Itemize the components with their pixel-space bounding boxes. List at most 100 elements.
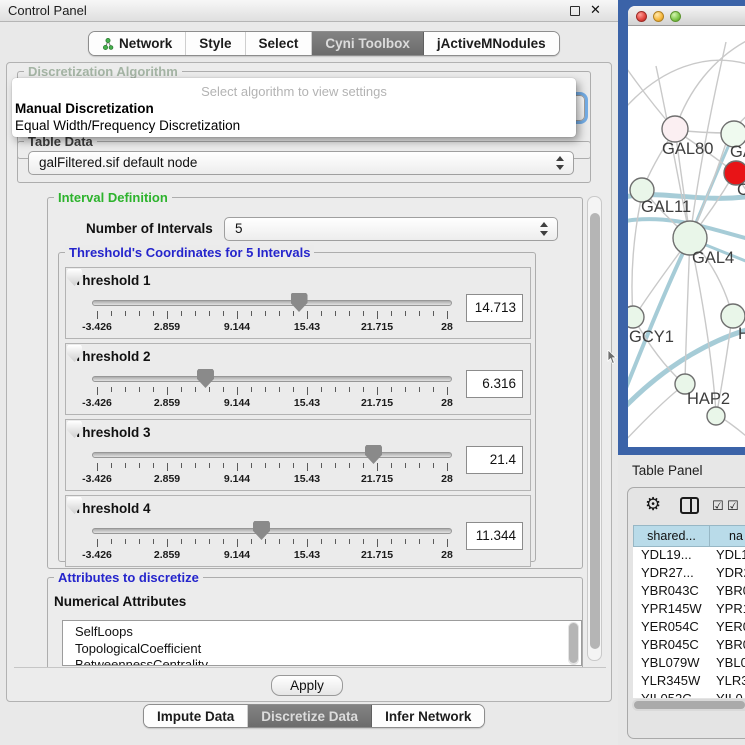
- table-cell-shared: YBR043C: [633, 583, 710, 601]
- table-cell-shared: YLR345W: [633, 673, 710, 691]
- table-row[interactable]: YDR27...YDR2: [633, 565, 745, 583]
- tick-mark: [209, 387, 210, 392]
- table-cell-shared: YDL19...: [633, 547, 710, 565]
- columns-icon[interactable]: [680, 497, 699, 514]
- zoom-traffic-light-icon[interactable]: [670, 11, 681, 22]
- dropdown-item-equal-width[interactable]: Equal Width/Frequency Discretization: [15, 118, 240, 133]
- threshold-panel: Threshold 4-3.4262.8599.14415.4321.71528…: [65, 495, 531, 567]
- table-hscrollbar[interactable]: [632, 699, 745, 711]
- tick-label: -3.426: [67, 321, 127, 333]
- tick-mark: [153, 539, 154, 544]
- tick-mark: [97, 311, 98, 319]
- tick-mark: [321, 387, 322, 392]
- attribute-list-item[interactable]: SelfLoops: [63, 624, 581, 641]
- tick-mark: [307, 539, 308, 547]
- table-hscrollbar-thumb[interactable]: [634, 701, 745, 709]
- tab-style[interactable]: Style: [186, 32, 245, 55]
- network-canvas[interactable]: GAL80GACGAL11GAL4GCY1HHAP2: [628, 26, 745, 447]
- close-traffic-light-icon[interactable]: [636, 11, 647, 22]
- dropdown-hint[interactable]: Select algorithm to view settings: [12, 84, 576, 99]
- threshold-label: Threshold 2: [74, 349, 151, 364]
- network-window: GAL80GACGAL11GAL4GCY1HHAP2: [628, 6, 745, 447]
- attribute-list-item[interactable]: BetweennessCentrality: [63, 657, 581, 666]
- tab-infer-network[interactable]: Infer Network: [372, 705, 484, 727]
- slider-thumb[interactable]: [291, 293, 308, 312]
- tick-label: 15.43: [277, 549, 337, 561]
- table-row[interactable]: YPR145WYPR1: [633, 601, 745, 619]
- threshold-value-field[interactable]: 11.344: [466, 522, 523, 550]
- table-row[interactable]: YBR045CYBR0: [633, 637, 745, 655]
- apply-button[interactable]: Apply: [271, 675, 343, 696]
- attributes-list-scrollbar[interactable]: [568, 622, 579, 665]
- slider-track[interactable]: [92, 452, 452, 458]
- numerical-attributes-list[interactable]: SelfLoopsTopologicalCoefficientBetweenne…: [62, 620, 582, 666]
- tick-label: 2.859: [137, 397, 197, 409]
- column-header-name[interactable]: na: [710, 525, 745, 547]
- tick-mark: [307, 463, 308, 471]
- threshold-value-field[interactable]: 6.316: [466, 370, 523, 398]
- table-row[interactable]: YIL052CYIL0: [633, 691, 745, 698]
- table-cell-name: YER0: [710, 619, 745, 637]
- num-intervals-combobox[interactable]: 5: [224, 217, 558, 241]
- tick-mark: [251, 311, 252, 316]
- table-row[interactable]: YDL19...YDL1: [633, 547, 745, 565]
- close-icon[interactable]: ✕: [590, 2, 601, 18]
- slider-track[interactable]: [92, 376, 452, 382]
- tab-select[interactable]: Select: [246, 32, 313, 55]
- tick-mark: [293, 539, 294, 544]
- slider-track[interactable]: [92, 300, 452, 306]
- tick-mark: [209, 463, 210, 468]
- tick-mark: [223, 387, 224, 392]
- tick-label: 2.859: [137, 549, 197, 561]
- float-window-icon[interactable]: [570, 6, 580, 16]
- column-header-shared[interactable]: shared...: [633, 525, 710, 547]
- tick-mark: [265, 463, 266, 468]
- tick-mark: [307, 311, 308, 319]
- tick-mark: [335, 539, 336, 544]
- network-node[interactable]: [662, 116, 688, 142]
- tick-mark: [335, 311, 336, 316]
- table-cell-name: YDL1: [710, 547, 745, 565]
- tick-mark: [111, 387, 112, 392]
- settings-scrollbar[interactable]: [587, 196, 602, 661]
- slider-thumb[interactable]: [197, 369, 214, 388]
- table-row[interactable]: YER054CYER0: [633, 619, 745, 637]
- network-node[interactable]: [628, 306, 644, 328]
- table-data-combobox[interactable]: galFiltered.sif default node: [28, 151, 574, 175]
- tick-label: 21.715: [347, 549, 407, 561]
- checkbox-icon[interactable]: ☑: [727, 498, 739, 514]
- slider-track[interactable]: [92, 528, 452, 534]
- checkbox-icon[interactable]: ☑: [712, 498, 724, 514]
- slider-thumb[interactable]: [365, 445, 382, 464]
- threshold-label: Threshold 1: [74, 273, 151, 288]
- tick-mark: [363, 311, 364, 316]
- table-row[interactable]: YBR043CYBR0: [633, 583, 745, 601]
- tab-discretize-data[interactable]: Discretize Data: [248, 705, 372, 727]
- table-cell-name: YLR3: [710, 673, 745, 691]
- minimize-traffic-light-icon[interactable]: [653, 11, 664, 22]
- table-cell-shared: YER054C: [633, 619, 710, 637]
- tab-cyni-toolbox[interactable]: Cyni Toolbox: [312, 32, 424, 55]
- network-node-label: C: [737, 181, 745, 199]
- dropdown-item-manual[interactable]: Manual Discretization: [15, 101, 154, 116]
- table-row[interactable]: YLR345WYLR3: [633, 673, 745, 691]
- tab-impute-data[interactable]: Impute Data: [144, 705, 248, 727]
- table-cell-name: YBL0: [710, 655, 745, 673]
- tick-label: 28: [417, 473, 477, 485]
- network-node[interactable]: [707, 407, 725, 425]
- threshold-value-field[interactable]: 21.4: [466, 446, 523, 474]
- gear-icon[interactable]: ⚙: [645, 494, 661, 515]
- tick-mark: [405, 463, 406, 468]
- tick-label: 28: [417, 549, 477, 561]
- table-cell-shared: YDR27...: [633, 565, 710, 583]
- attribute-list-item[interactable]: TopologicalCoefficient: [63, 641, 581, 658]
- threshold-value-field[interactable]: 14.713: [466, 294, 523, 322]
- table-row[interactable]: YBL079WYBL0: [633, 655, 745, 673]
- tab-network[interactable]: Network: [89, 32, 186, 55]
- slider-thumb[interactable]: [253, 521, 270, 540]
- settings-scrollbar-thumb[interactable]: [590, 213, 600, 649]
- tab-jactivemnodules[interactable]: jActiveMNodules: [424, 32, 559, 55]
- tick-mark: [251, 539, 252, 544]
- tick-mark: [237, 311, 238, 319]
- tick-mark: [433, 463, 434, 468]
